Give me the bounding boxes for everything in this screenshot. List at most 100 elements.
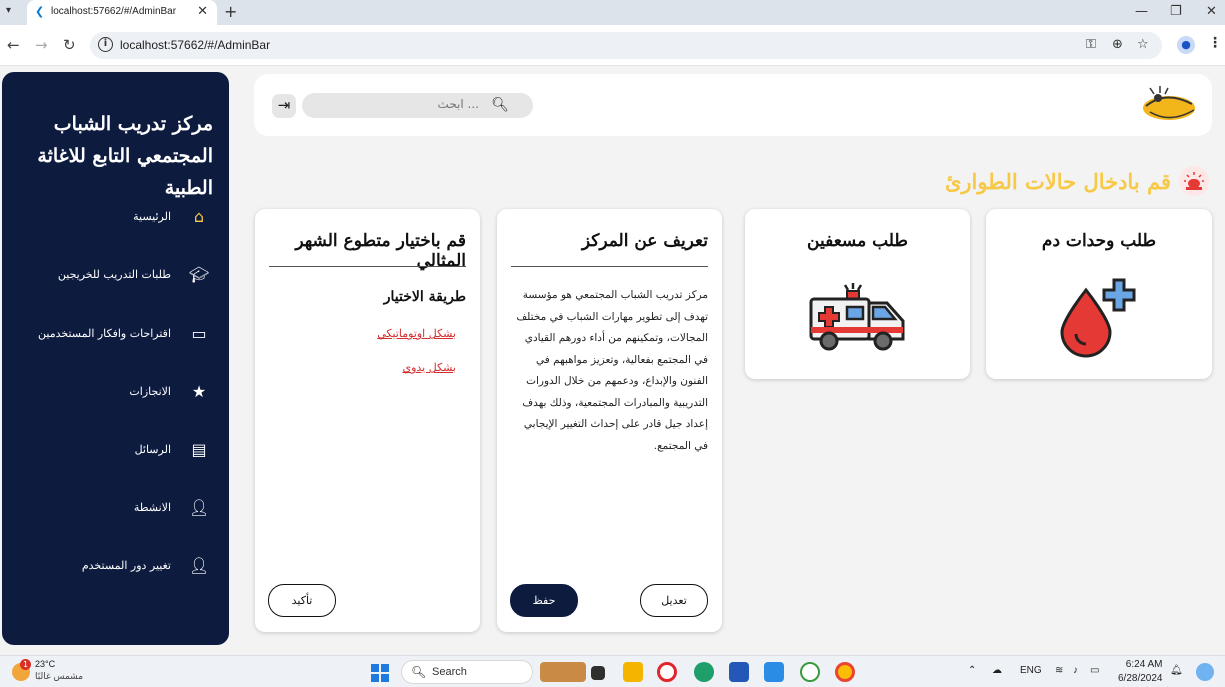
edge-icon[interactable]: [694, 662, 714, 682]
logout-icon[interactable]: ⇥: [272, 94, 296, 118]
center-logo: [1143, 86, 1195, 120]
card-title: طلب مسعفين: [807, 231, 908, 251]
blood-drop-plus-icon: [1060, 278, 1136, 358]
blood-request-card[interactable]: طلب وحدات دم: [986, 209, 1212, 379]
sidebar: مركز تدريب الشباب المجتمعي التابع للاغاث…: [2, 72, 229, 645]
weather-desc: مشمس غالبًا: [35, 672, 84, 682]
bookmark-star-icon[interactable]: ☆: [1137, 37, 1149, 52]
reload-icon[interactable]: ↻: [63, 36, 76, 54]
top-bar: ⇥ 🔍︎: [254, 74, 1212, 136]
tab-search-icon[interactable]: ▾: [6, 5, 11, 16]
search-box[interactable]: 🔍︎: [302, 93, 533, 118]
auto-select-link[interactable]: بشكل اوتوماتيكي: [377, 327, 456, 340]
minimize-button[interactable]: —: [1135, 4, 1148, 19]
taskbar-search-label: Search: [432, 666, 467, 678]
about-text: مركز تدريب الشباب المجتمعي هو مؤسسة تهدف…: [516, 289, 708, 452]
sidebar-item-achievements[interactable]: الانجازات ★: [129, 376, 209, 406]
clock-time: 6:24 AM: [1125, 659, 1163, 670]
back-icon[interactable]: ←: [7, 36, 20, 54]
site-info-icon[interactable]: i: [98, 37, 113, 52]
url-text: localhost:57662/#/AdminBar: [120, 38, 271, 52]
sidebar-item-training-requests[interactable]: طلبات التدريب للخريجين 🎓︎: [58, 259, 209, 289]
task-view-icon[interactable]: [591, 666, 605, 680]
zoom-icon[interactable]: ⊕: [1112, 37, 1123, 52]
profile-avatar-icon[interactable]: ●: [1177, 36, 1195, 54]
save-button[interactable]: حفظ: [510, 584, 578, 617]
card-title: طلب وحدات دم: [1041, 231, 1157, 251]
window-close-button[interactable]: ✕: [1206, 4, 1217, 19]
password-key-icon[interactable]: ⚿: [1086, 37, 1096, 52]
tray-chevron-icon[interactable]: ⌃: [968, 665, 976, 676]
sidebar-item-label: اقتراحات وافكار المستخدمين: [38, 326, 171, 340]
emergency-heading: قم بادخال حالات الطوارئ: [945, 166, 1209, 196]
forward-icon[interactable]: →: [35, 36, 48, 54]
wifi-icon[interactable]: ≋: [1055, 665, 1063, 676]
sidebar-item-label: تغيير دور المستخدم: [81, 558, 171, 572]
sidebar-item-home[interactable]: الرئيسية ⌂: [133, 201, 209, 231]
app-area: مركز تدريب الشباب المجتمعي التابع للاغاث…: [0, 66, 1225, 655]
sidebar-item-messages[interactable]: الرسائل ▤: [135, 434, 209, 464]
sidebar-title: مركز تدريب الشباب المجتمعي التابع للاغاث…: [37, 113, 213, 199]
add-person-icon: 👤︎: [189, 555, 210, 575]
mongodb-icon[interactable]: [800, 662, 820, 682]
sidebar-item-change-role[interactable]: تغيير دور المستخدم 👤︎: [81, 550, 210, 580]
search-icon[interactable]: 🔍︎: [491, 97, 509, 113]
search-input[interactable]: [329, 97, 479, 111]
search-icon: 🔍︎: [411, 665, 427, 679]
weather-badge: 1: [20, 659, 31, 670]
ambulance-icon: [809, 283, 905, 351]
chrome-icon[interactable]: [835, 662, 855, 682]
volunteer-of-month-card: قم باختيار متطوع الشهر المثالي طريقة الا…: [255, 209, 480, 632]
address-bar: ← → ↻ i localhost:57662/#/AdminBar ⚿ ⊕ ☆…: [0, 25, 1225, 66]
card-title: تعريف عن المركز: [581, 231, 708, 251]
restore-button[interactable]: ❐: [1170, 4, 1182, 19]
taskbar-search[interactable]: 🔍︎ Search: [401, 660, 533, 684]
manual-select-link[interactable]: بشكل يدوي: [402, 361, 456, 374]
language-indicator[interactable]: ENG: [1020, 665, 1042, 676]
volume-icon[interactable]: ♪: [1073, 665, 1078, 676]
divider: [511, 266, 708, 267]
about-center-card: تعريف عن المركز مركز تدريب الشباب المجتم…: [497, 209, 722, 632]
sidebar-item-label: الانجازات: [129, 384, 171, 398]
star-icon: ★: [191, 381, 207, 401]
confirm-button[interactable]: تأكيد: [268, 584, 336, 617]
sidebar-item-activities[interactable]: الانشطة 👤︎: [134, 492, 209, 522]
copilot-icon[interactable]: [1196, 663, 1214, 681]
browser-tab[interactable]: ❮ localhost:57662/#/AdminBar ✕: [27, 0, 217, 25]
news-widget-icon[interactable]: [540, 662, 586, 682]
browser-tab-bar: ▾ ❮ localhost:57662/#/AdminBar ✕ + — ❐ ✕: [0, 0, 1225, 25]
tab-close-icon[interactable]: ✕: [197, 4, 208, 19]
sidebar-item-label: الرئيسية: [133, 209, 171, 223]
home-icon: ⌂: [193, 206, 205, 226]
battery-icon[interactable]: ▭: [1090, 665, 1099, 676]
sidebar-item-label: طلبات التدريب للخريجين: [57, 267, 171, 281]
onedrive-icon[interactable]: ☁: [992, 665, 1002, 676]
ambulance-request-card[interactable]: طلب مسعفين: [745, 209, 970, 379]
vscode-icon[interactable]: [764, 662, 784, 682]
url-field[interactable]: i localhost:57662/#/AdminBar ⚿ ⊕ ☆: [90, 32, 1162, 59]
siren-icon: [1179, 166, 1209, 196]
add-person-icon: 👤︎: [189, 497, 210, 517]
notification-bell-icon[interactable]: 🔔︎: [1170, 665, 1183, 676]
windows-taskbar: 1 23°C مشمس غالبًا 🔍︎ Search ⌃ ☁ ENG ≋ ♪…: [0, 655, 1225, 687]
store-icon[interactable]: [729, 662, 749, 682]
sidebar-item-label: الرسائل: [134, 442, 171, 456]
file-explorer-icon[interactable]: [623, 662, 643, 682]
browser-menu-icon[interactable]: ⋮: [1208, 35, 1222, 51]
graduation-cap-icon: 🎓︎: [189, 264, 210, 284]
edit-button[interactable]: تعديل: [640, 584, 708, 617]
system-clock[interactable]: 6:24 AM 6/28/2024: [1118, 658, 1163, 686]
sidebar-item-label: الانشطة: [133, 500, 171, 514]
message-icon: ▭: [191, 323, 207, 343]
heading-text: قم بادخال حالات الطوارئ: [944, 168, 1171, 194]
windows-start-icon[interactable]: [371, 664, 389, 682]
weather-temp: 23°C: [35, 659, 56, 669]
contact-card-icon: ▤: [191, 439, 207, 459]
selection-method-title: طريقة الاختيار: [383, 289, 466, 305]
opera-icon[interactable]: [657, 662, 677, 682]
flutter-favicon-icon: ❮: [35, 5, 45, 18]
sidebar-item-suggestions[interactable]: اقتراحات وافكار المستخدمين ▭: [38, 318, 209, 348]
card-title: قم باختيار متطوع الشهر المثالي: [295, 231, 466, 271]
new-tab-button[interactable]: +: [224, 2, 237, 21]
clock-date: 6/28/2024: [1118, 673, 1163, 684]
